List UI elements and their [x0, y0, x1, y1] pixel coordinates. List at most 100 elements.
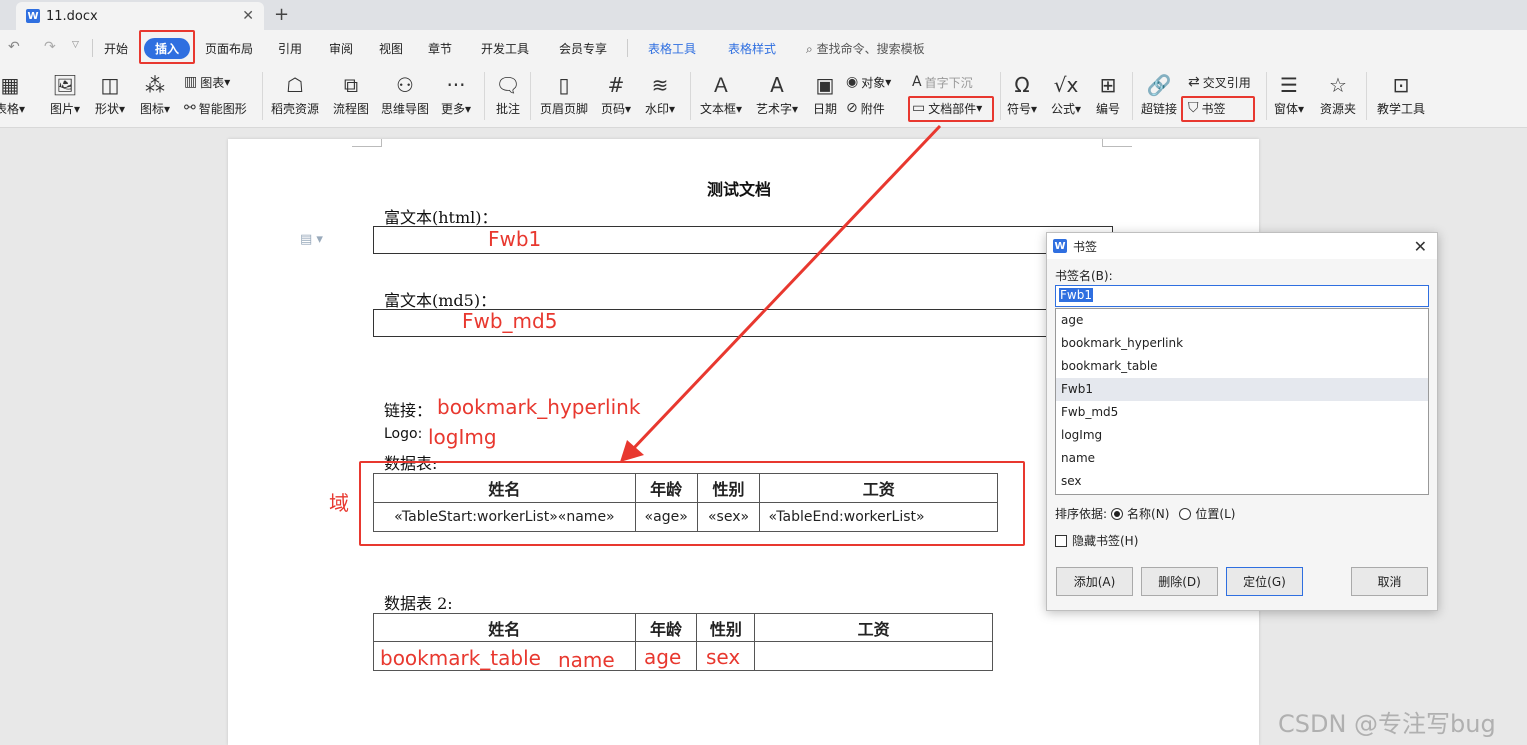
search-command[interactable]: ⌕ 查找命令、搜索模板 [806, 40, 925, 57]
page-number-button[interactable]: # 页码▾ [596, 70, 636, 122]
numbering-button[interactable]: ⊞ 编号 [1092, 70, 1124, 122]
bookmark-name-input[interactable]: Fwb1 [1055, 285, 1429, 307]
rich-text-html-field[interactable] [373, 226, 1113, 254]
object-button[interactable]: ◉ 对象 ▾ [846, 73, 891, 91]
menu-table-tools[interactable]: 表格工具 [648, 40, 696, 57]
cancel-button[interactable]: 取消 [1351, 567, 1428, 596]
wordart-button[interactable]: A 艺术字▾ [752, 70, 802, 122]
menu-view[interactable]: 视图 [379, 40, 403, 57]
shape-button[interactable]: ◫ 形状▾ [90, 70, 130, 122]
fwb-md5-annotation: Fwb_md5 [462, 309, 558, 333]
link-label: 链接： [384, 401, 433, 420]
watermark-button[interactable]: ≋ 水印▾ [640, 70, 680, 122]
table-header-cell: 工资 [759, 473, 998, 503]
form-button[interactable]: ☰ 窗体▾ [1272, 70, 1306, 122]
close-icon[interactable]: ✕ [1414, 237, 1427, 256]
doc-parts-button[interactable]: ▭ 文档部件 ▾ [912, 99, 982, 117]
bookmark-name-value: Fwb1 [1059, 288, 1093, 302]
hidden-bookmarks-label: 隐藏书签(H) [1072, 534, 1139, 548]
date-button[interactable]: ▣ 日期 [808, 70, 842, 122]
paragraph-handle-icon[interactable]: ▤ ▾ [300, 232, 323, 247]
menu-page-layout[interactable]: 页面布局 [205, 40, 253, 57]
fwb1-annotation: Fwb1 [488, 227, 542, 251]
undo-icon[interactable]: ↶ [8, 39, 20, 55]
menu-section[interactable]: 章节 [428, 40, 452, 57]
header-footer-icon: ▯ [558, 73, 570, 97]
sex-annotation: sex [706, 645, 741, 669]
textbox-button[interactable]: Ａ 文本框▾ [696, 70, 746, 122]
star-folder-icon: ☆ [1329, 73, 1347, 97]
drop-cap-button[interactable]: A 首字下沉 [912, 73, 973, 91]
delete-button[interactable]: 删除(D) [1141, 567, 1218, 596]
new-tab-button[interactable]: + [274, 4, 289, 25]
table-cell[interactable] [754, 641, 993, 671]
hidden-bookmarks-checkbox[interactable] [1055, 534, 1067, 547]
bookmark-button[interactable]: ⛉ 书签 [1188, 99, 1226, 117]
wordart-icon: A [770, 73, 784, 97]
age-annotation: age [644, 645, 682, 669]
bookmark-dialog: W 书签 ✕ 书签名(B): Fwb1 age bookmark_hyperli… [1046, 232, 1438, 611]
comment-icon: 🗨 [495, 73, 521, 97]
list-item[interactable]: logImg [1056, 424, 1428, 447]
symbol-button[interactable]: Ω 符号▾ [1004, 70, 1040, 122]
hyperlink-button[interactable]: 🔗 超链接 [1138, 70, 1180, 122]
flowchart-button[interactable]: ⧉ 流程图 [330, 70, 372, 122]
teaching-tools-button[interactable]: ⊡ 教学工具 [1374, 70, 1428, 122]
list-item[interactable]: name [1056, 447, 1428, 470]
menu-insert[interactable]: 插入 [144, 38, 190, 59]
menu-divider [92, 39, 93, 57]
menu-review[interactable]: 审阅 [329, 40, 353, 57]
header-footer-button[interactable]: ▯ 页眉页脚 [536, 70, 592, 122]
mindmap-button[interactable]: ⚇ 思维导图 [378, 70, 432, 122]
menu-references[interactable]: 引用 [278, 40, 302, 57]
close-tab-icon[interactable]: ✕ [242, 8, 254, 24]
list-item[interactable]: age [1056, 309, 1428, 332]
image-button[interactable]: 🖼 图片▾ [46, 70, 84, 122]
drop-cap-icon: A [912, 74, 922, 90]
sort-by-name-radio[interactable] [1111, 507, 1124, 520]
list-item-selected[interactable]: Fwb1 [1056, 378, 1428, 401]
ribbon-divider [530, 72, 531, 120]
add-button[interactable]: 添加(A) [1056, 567, 1133, 596]
comment-button[interactable]: 🗨 批注 [490, 70, 526, 122]
table-icon: ▦ [0, 73, 20, 97]
more-icon: ··· [446, 73, 466, 97]
document-tab[interactable]: W 11.docx ✕ [16, 2, 264, 30]
chart-button[interactable]: ▥ 图表 ▾ [184, 73, 230, 91]
icons-library-icon: ⁂ [145, 73, 165, 97]
textbox-icon: Ａ [711, 73, 731, 97]
quick-access-dropdown-icon[interactable]: ▽ [72, 40, 79, 50]
menu-member[interactable]: 会员专享 [559, 40, 607, 57]
merge-field-cell[interactable]: «TableStart:workerList»«name» [373, 502, 636, 532]
shape-icon: ◫ [100, 73, 120, 97]
list-item[interactable]: bookmark_hyperlink [1056, 332, 1428, 355]
icon-button[interactable]: ⁂ 图标▾ [136, 70, 174, 122]
menu-developer[interactable]: 开发工具 [481, 40, 529, 57]
ribbon-divider [1000, 72, 1001, 120]
more-button[interactable]: ··· 更多▾ [438, 70, 474, 122]
smart-shape-button[interactable]: ⚯ 智能图形 [184, 99, 247, 117]
bookmark-list[interactable]: age bookmark_hyperlink bookmark_table Fw… [1055, 308, 1429, 495]
merge-field-cell[interactable]: «sex» [696, 502, 761, 532]
document-tab-title: 11.docx [46, 8, 98, 24]
daoke-icon: ☖ [286, 73, 304, 97]
data-table-1[interactable]: 姓名 年龄 性别 工资 «TableStart:workerList»«name… [373, 473, 998, 532]
menu-table-style[interactable]: 表格样式 [728, 40, 776, 57]
formula-button[interactable]: √x 公式▾ [1046, 70, 1086, 122]
merge-field-cell[interactable]: «TableEnd:workerList» [759, 502, 998, 532]
menu-home[interactable]: 开始 [104, 40, 128, 57]
table-header-row: 姓名 年龄 性别 工资 [373, 613, 993, 642]
sort-by-position-radio[interactable] [1179, 507, 1192, 520]
list-item[interactable]: Fwb_md5 [1056, 401, 1428, 424]
redo-icon[interactable]: ↷ [44, 39, 56, 55]
resource-folder-button[interactable]: ☆ 资源夹 [1314, 70, 1362, 122]
daoke-resource-button[interactable]: ☖ 稻壳资源 [268, 70, 322, 122]
attachment-button[interactable]: ⊘ 附件 [846, 99, 885, 117]
list-item[interactable]: bookmark_table [1056, 355, 1428, 378]
merge-field-cell[interactable]: «age» [634, 502, 698, 532]
cross-reference-button[interactable]: ⇄ 交叉引用 [1188, 73, 1251, 91]
list-item[interactable]: sex [1056, 470, 1428, 493]
locate-button[interactable]: 定位(G) [1226, 567, 1303, 596]
table-button[interactable]: ▦ 表格▾ [0, 70, 28, 122]
smart-shape-icon: ⚯ [184, 100, 196, 116]
